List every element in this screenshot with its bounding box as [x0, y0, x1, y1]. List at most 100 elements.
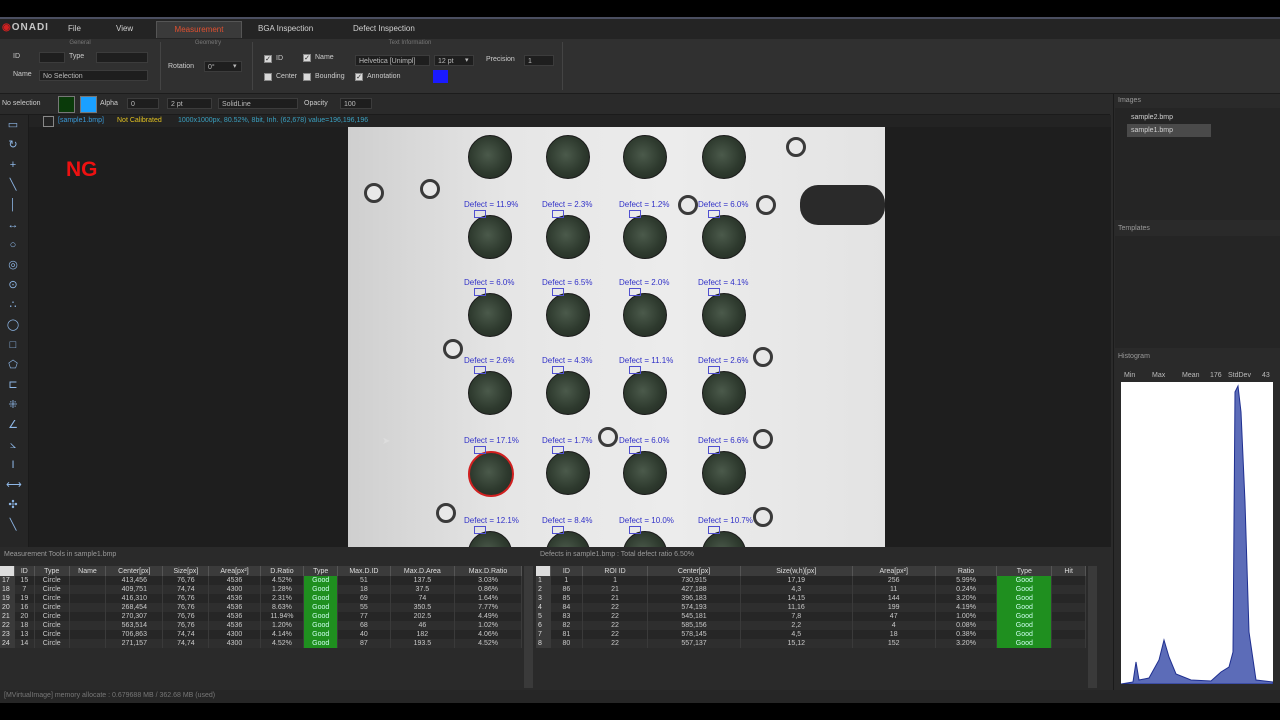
column-header[interactable]: Name [69, 566, 107, 576]
solder-ball[interactable] [468, 135, 512, 179]
angle-icon[interactable]: ∠ [6, 418, 20, 432]
annotation-checkbox[interactable] [355, 73, 363, 81]
column-header[interactable]: Area[px²] [852, 566, 936, 576]
bounding-checkbox[interactable] [303, 73, 311, 81]
column-header[interactable]: Type [996, 566, 1053, 576]
name-field[interactable]: No Selection [39, 70, 148, 81]
column-header[interactable]: Type [34, 566, 70, 576]
crosshair-icon[interactable]: ✣ [6, 498, 20, 512]
horizontal-distance-icon[interactable]: ⟷ [6, 478, 22, 492]
column-header[interactable]: Type [303, 566, 339, 576]
column-header[interactable]: Center[px] [647, 566, 741, 576]
solder-ball[interactable] [623, 451, 667, 495]
opacity-spinbox[interactable]: 100 [340, 98, 372, 109]
concentric-circle-icon[interactable]: ⊙ [6, 278, 20, 292]
center-checkbox[interactable] [264, 73, 272, 81]
line-style-select[interactable]: SolidLine [218, 98, 298, 109]
table-row[interactable]: 20 16 Circle 268,454 76,76 4536 8.63% Good 55 350… [0, 603, 522, 612]
column-header[interactable]: ID [14, 566, 35, 576]
polygon-icon[interactable]: ⬠ [6, 358, 20, 372]
table-corner-cell[interactable] [536, 566, 551, 576]
measurement-scrollbar[interactable] [524, 566, 533, 688]
image-list-item[interactable]: sample2.bmp [1127, 111, 1211, 124]
solder-ball[interactable] [468, 293, 512, 337]
angle-line-icon[interactable]: ⦣ [6, 438, 20, 452]
defect-scrollbar[interactable] [1088, 566, 1097, 688]
table-row[interactable]: 18 7 Circle 409,751 74,74 4300 1.28% Good 18 37.5… [0, 585, 522, 594]
fill-color-swatch[interactable] [80, 96, 97, 113]
horizontal-measure-icon[interactable]: ↔ [6, 218, 20, 232]
solder-ball[interactable] [623, 135, 667, 179]
solder-ball[interactable] [546, 451, 590, 495]
font-select[interactable]: Helvetica [Unimpl] [355, 55, 430, 66]
menu-view[interactable]: View [108, 21, 141, 37]
xray-image[interactable]: Defect = 11.9% Defect = 2.3% Defect = 1.2%… [348, 127, 885, 547]
table-row[interactable]: 2 86 21 427,188 4,3 11 0.24% Good [536, 585, 1086, 594]
column-header[interactable]: Size(w,h)[px] [740, 566, 853, 576]
solder-ball[interactable] [702, 293, 746, 337]
column-header[interactable]: Max.D.Ratio [454, 566, 522, 576]
table-row[interactable]: 23 13 Circle 706,863 74,74 4300 4.14% Good 40 182… [0, 630, 522, 639]
menu-measurement[interactable]: Measurement [156, 21, 242, 38]
solder-ball[interactable] [546, 215, 590, 259]
precision-spinbox[interactable]: 1 [524, 55, 554, 66]
grid-icon[interactable]: ⁜ [6, 398, 20, 412]
column-header[interactable]: D.Ratio [260, 566, 305, 576]
rectangle-icon[interactable]: □ [6, 338, 20, 352]
solder-ball[interactable] [623, 371, 667, 415]
solder-ball[interactable] [546, 371, 590, 415]
table-row[interactable]: 24 14 Circle 271,157 74,74 4300 4.52% Good 87 193… [0, 639, 522, 648]
name-checkbox[interactable] [303, 54, 311, 62]
type-field[interactable] [96, 52, 148, 63]
solder-ball[interactable] [623, 293, 667, 337]
solder-ball[interactable] [546, 135, 590, 179]
table-row[interactable]: 7 81 22 578,145 4,5 18 0.38% Good [536, 630, 1086, 639]
table-row[interactable]: 8 80 22 557,137 15,12 152 3.20% Good [536, 639, 1086, 648]
line-width-select[interactable]: 2 pt [167, 98, 212, 109]
text-color-swatch[interactable] [433, 70, 448, 83]
menu-file[interactable]: File [60, 21, 89, 37]
table-row[interactable]: 6 82 22 585,156 2,2 4 0.08% Good [536, 621, 1086, 630]
point-icon[interactable]: + [6, 158, 20, 172]
table-row[interactable]: 1 1 1 730,915 17,19 256 5.99% Good [536, 576, 1086, 585]
vertical-line-icon[interactable]: │ [6, 198, 20, 212]
menu-bga-inspection[interactable]: BGA Inspection [250, 21, 321, 37]
column-header[interactable]: Center[px] [105, 566, 164, 576]
column-header[interactable]: Ratio [935, 566, 998, 576]
circle-fit-icon[interactable]: ◯ [6, 318, 20, 332]
vertical-distance-icon[interactable]: Ι [6, 458, 20, 472]
solder-ball[interactable] [546, 293, 590, 337]
solder-ball[interactable] [702, 135, 746, 179]
table-row[interactable]: 22 18 Circle 563,514 76,76 4536 1.20% Good 68 46 1… [0, 621, 522, 630]
table-row[interactable]: 5 83 22 545,181 7,8 47 1.00% Good [536, 612, 1086, 621]
table-row[interactable]: 3 85 21 396,183 14,15 144 3.20% Good [536, 594, 1086, 603]
column-header[interactable]: Max.D.ID [337, 566, 391, 576]
multi-point-icon[interactable]: ∴ [6, 298, 20, 312]
id-field[interactable] [39, 52, 65, 63]
table-row[interactable]: 19 19 Circle 416,310 76,76 4536 2.31% Good 69 74 1… [0, 594, 522, 603]
solder-ball[interactable] [623, 215, 667, 259]
solder-ball[interactable] [468, 215, 512, 259]
column-header[interactable]: ROI ID [582, 566, 649, 576]
solder-ball[interactable] [702, 371, 746, 415]
id-checkbox[interactable] [264, 55, 272, 63]
circle-icon[interactable]: ○ [6, 238, 20, 252]
table-row[interactable]: 21 20 Circle 270,307 76,76 4536 11.94% Good 77 20… [0, 612, 522, 621]
image-list-item-selected[interactable]: sample1.bmp [1127, 124, 1211, 137]
column-header[interactable]: Area[px²] [208, 566, 261, 576]
alpha-spinbox[interactable]: 0 [127, 98, 159, 109]
table-row[interactable]: 17 15 Circle 413,456 76,76 4536 4.52% Good 51 137… [0, 576, 522, 585]
solder-ball[interactable] [468, 371, 512, 415]
rotate-icon[interactable]: ↻ [6, 138, 20, 152]
caliper-icon[interactable]: ⊏ [6, 378, 20, 392]
table-row[interactable]: 4 84 22 574,193 11,16 199 4.19% Good [536, 603, 1086, 612]
menu-defect-inspection[interactable]: Defect Inspection [345, 21, 423, 37]
column-header[interactable]: Max.D.Area [390, 566, 456, 576]
ng-solder-ball[interactable] [468, 451, 514, 497]
select-rect-icon[interactable]: ▭ [6, 118, 20, 132]
line-icon[interactable]: ╲ [6, 178, 20, 192]
diagonal-line-icon[interactable]: ╲ [6, 518, 20, 532]
column-header[interactable]: ID [550, 566, 583, 576]
column-header[interactable]: Hit [1051, 566, 1086, 576]
solder-ball[interactable] [702, 451, 746, 495]
